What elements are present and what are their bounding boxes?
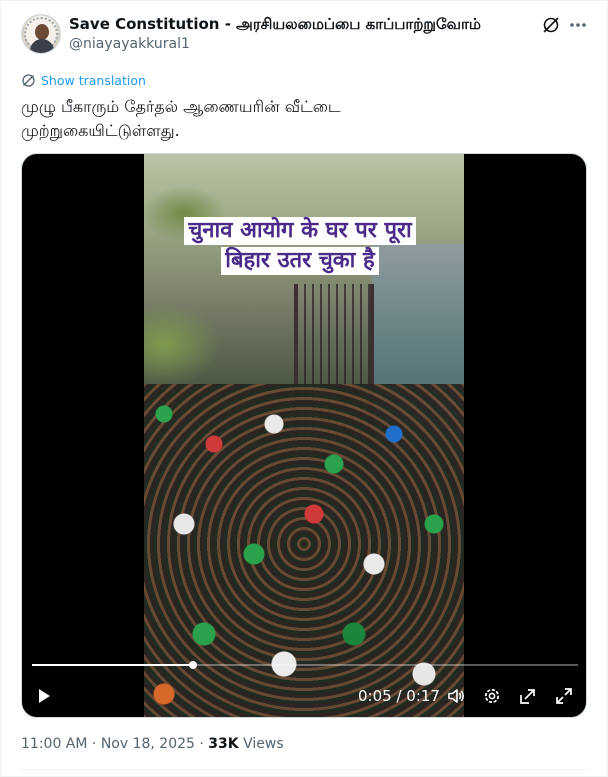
volume-icon bbox=[448, 689, 464, 703]
video-time: 0:05 / 0:17 bbox=[358, 687, 440, 705]
meta-separator: · bbox=[199, 736, 204, 752]
tweet-time[interactable]: 11:00 AM bbox=[21, 736, 87, 752]
tweet-meta: 11:00 AM · Nov 18, 2025 · 33K Views bbox=[21, 734, 284, 754]
video-progress-knob[interactable] bbox=[188, 661, 197, 669]
more-icon[interactable] bbox=[567, 15, 589, 35]
video-player[interactable]: चुनाव आयोग के घर पर पूरा बिहार उतर चुका … bbox=[21, 153, 587, 718]
video-caption-line: चुनाव आयोग के घर पर पूरा bbox=[184, 217, 416, 245]
mute-button[interactable] bbox=[444, 684, 468, 708]
fullscreen-button[interactable] bbox=[552, 684, 576, 708]
pip-icon bbox=[520, 689, 535, 704]
fullscreen-icon bbox=[556, 688, 572, 704]
video-progress-bar[interactable] bbox=[32, 661, 578, 669]
views-count: 33K bbox=[208, 736, 239, 752]
video-progress-fill bbox=[32, 664, 193, 666]
author-name[interactable]: Save Constitution - அரசியலமைப்பை காப்பாற… bbox=[69, 14, 481, 34]
show-translation-label[interactable]: Show translation bbox=[41, 73, 146, 88]
show-translation-link[interactable]: Show translation bbox=[21, 71, 146, 89]
tweet-card: Save Constitution - அரசியலமைப்பை காப்பாற… bbox=[0, 0, 608, 777]
divider bbox=[21, 769, 589, 770]
avatar-face bbox=[35, 24, 49, 40]
settings-icon bbox=[484, 688, 500, 704]
meta-separator: · bbox=[91, 736, 97, 752]
grok-icon[interactable] bbox=[541, 15, 561, 35]
play-button[interactable] bbox=[32, 684, 56, 708]
tweet-text: முழு பீகாரும் தேர்தல் ஆணையரின் வீட்டை மு… bbox=[21, 97, 341, 140]
play-icon bbox=[39, 689, 50, 703]
pip-button[interactable] bbox=[516, 684, 540, 708]
tweet-date[interactable]: Nov 18, 2025 bbox=[101, 736, 195, 752]
author-handle[interactable]: @niayayakkural1 bbox=[69, 35, 190, 53]
video-caption-line: बिहार उतर चुका है bbox=[221, 247, 379, 275]
video-frame[interactable]: चुनाव आयोग के घर पर पूरा बिहार उतर चुका … bbox=[144, 154, 464, 717]
avatar[interactable] bbox=[21, 14, 61, 54]
views-label: Views bbox=[243, 736, 284, 752]
video-caption: चुनाव आयोग के घर पर पूरा बिहार उतर चुका … bbox=[150, 216, 450, 276]
globe-icon bbox=[22, 73, 35, 87]
settings-button[interactable] bbox=[480, 684, 504, 708]
